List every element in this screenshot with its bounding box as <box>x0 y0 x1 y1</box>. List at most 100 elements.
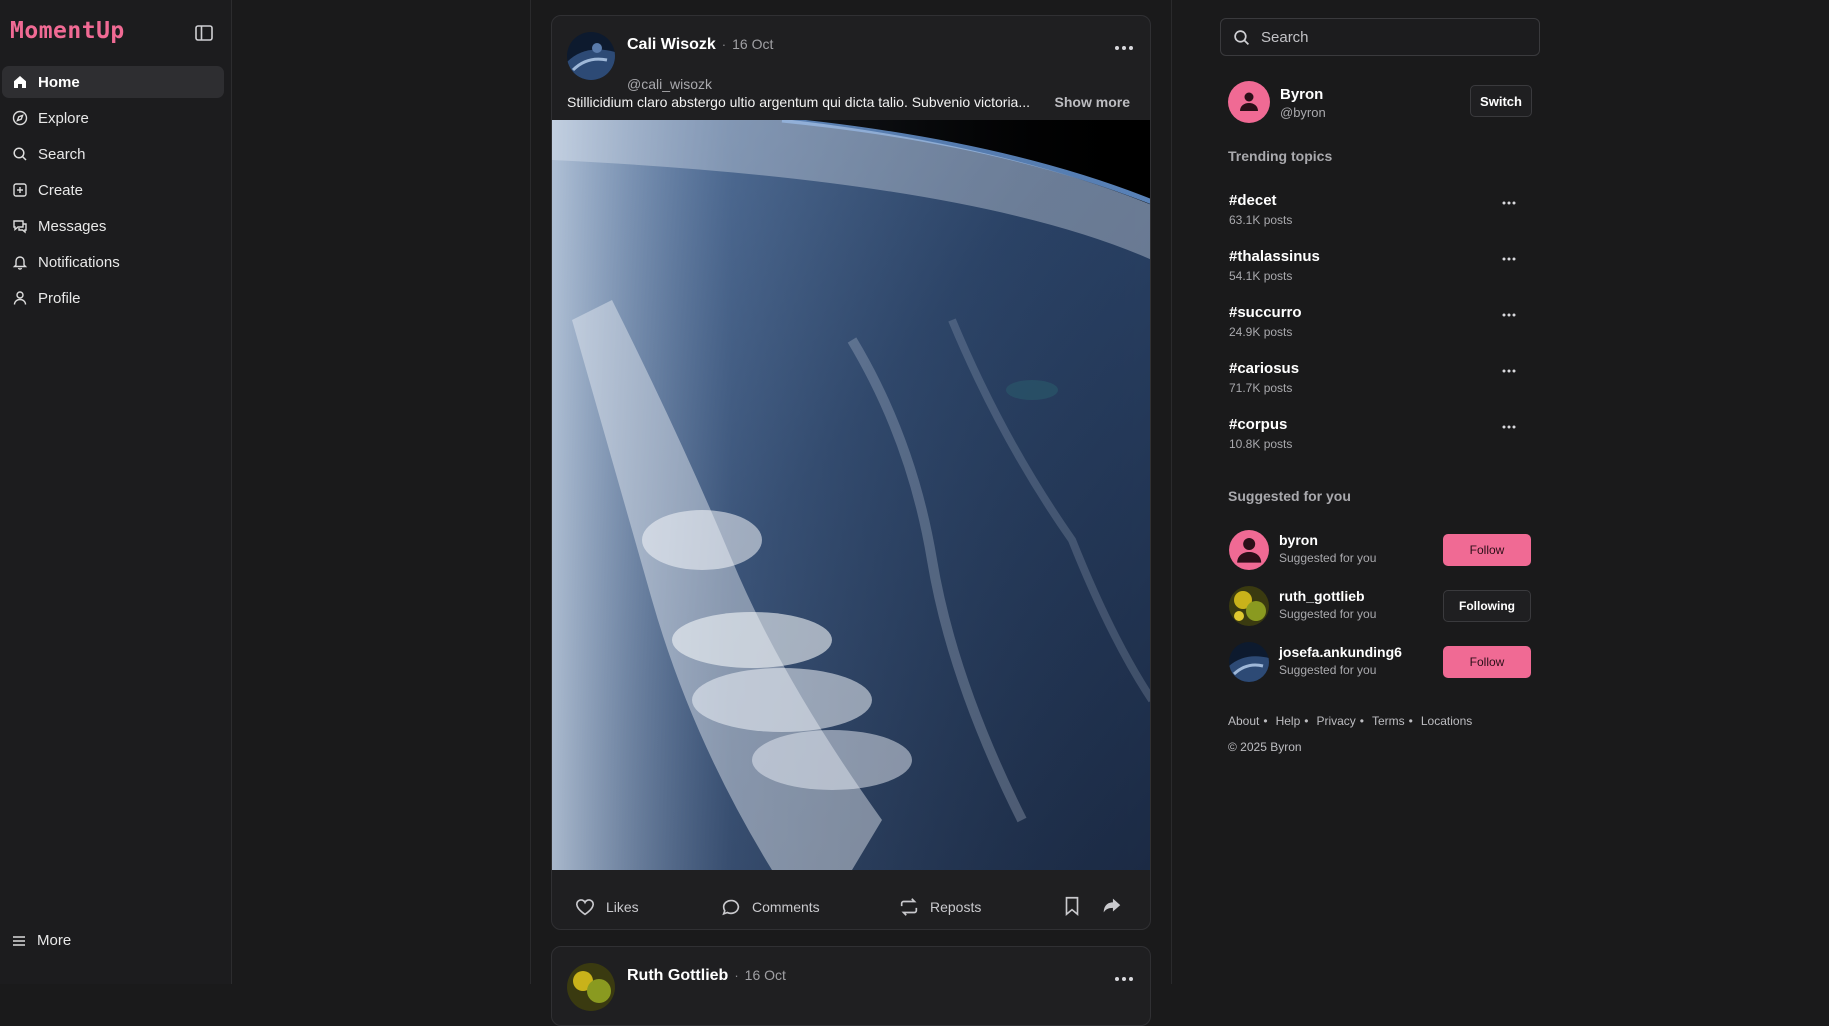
heart-icon <box>575 899 595 916</box>
footer-link-locations[interactable]: Locations <box>1421 714 1472 728</box>
plus-square-icon <box>13 183 27 197</box>
comments-label: Comments <box>752 899 820 915</box>
post-card: Cali Wisozk · 16 Oct @cali_wisozk Stillici… <box>551 15 1151 930</box>
more-options-icon[interactable] <box>1112 973 1136 985</box>
more-button[interactable]: More <box>12 932 71 949</box>
avatar[interactable] <box>1229 586 1269 626</box>
avatar[interactable] <box>567 963 615 1011</box>
share-icon[interactable] <box>1101 895 1123 917</box>
post-text: Stillicidium claro abstergo ultio argent… <box>567 94 1031 110</box>
post-image[interactable] <box>552 120 1151 870</box>
trend-tag[interactable]: #corpus <box>1229 416 1287 433</box>
footer-separator: • <box>1359 714 1364 728</box>
more-options-icon[interactable] <box>1501 368 1517 374</box>
show-more-link[interactable]: Show more <box>1055 94 1130 110</box>
avatar[interactable] <box>1228 81 1270 123</box>
nav-item-label: Notifications <box>38 253 120 271</box>
feed-column[interactable]: Cali Wisozk · 16 Oct @cali_wisozk Stillici… <box>530 0 1172 1026</box>
footer-links: About • Help • Privacy • Terms • Locations <box>1228 714 1476 728</box>
trend-item[interactable]: #succurro 24.9K posts <box>1229 304 1533 352</box>
author-name[interactable]: Cali Wisozk <box>627 36 716 53</box>
avatar-image <box>1229 642 1269 682</box>
post-header: Ruth Gottlieb · 16 Oct <box>567 963 1135 1011</box>
trend-item[interactable]: #corpus 10.8K posts <box>1229 416 1533 464</box>
following-button[interactable]: Following <box>1443 590 1531 622</box>
avatar[interactable] <box>1229 530 1269 570</box>
trend-count: 71.7K posts <box>1229 381 1293 395</box>
trend-tag[interactable]: #succurro <box>1229 304 1302 321</box>
trend-tag[interactable]: #thalassinus <box>1229 248 1320 265</box>
footer-link-about[interactable]: About <box>1228 714 1259 728</box>
follow-button[interactable]: Follow <box>1443 646 1531 678</box>
left-sidebar: MomentUp Home Explore Search Create Mess… <box>0 0 232 984</box>
suggestion-name[interactable]: ruth_gottlieb <box>1279 588 1365 604</box>
nav-item-label: Profile <box>38 289 81 307</box>
comment-button[interactable]: Comments <box>720 896 820 918</box>
trend-count: 63.1K posts <box>1229 213 1293 227</box>
bookmark-icon[interactable] <box>1061 895 1083 917</box>
bell-icon <box>12 256 28 270</box>
switch-account-button[interactable]: Switch <box>1470 85 1532 117</box>
more-options-icon[interactable] <box>1501 200 1517 206</box>
trend-item[interactable]: #cariosus 71.7K posts <box>1229 360 1533 408</box>
menu-icon <box>13 935 25 946</box>
separator-dot: · <box>734 968 739 983</box>
app-logo[interactable]: MomentUp <box>10 18 125 44</box>
nav-item-profile[interactable]: Profile <box>2 282 224 314</box>
repost-button[interactable]: Reposts <box>898 896 981 918</box>
nav-item-explore[interactable]: Explore <box>2 102 224 134</box>
trend-count: 54.1K posts <box>1229 269 1293 283</box>
nav-item-create[interactable]: Create <box>2 174 224 206</box>
suggestion-subtitle: Suggested for you <box>1279 607 1377 621</box>
suggestion-item: josefa.ankunding6 Suggested for you Foll… <box>1229 642 1531 682</box>
avatar[interactable] <box>567 32 615 80</box>
follow-button[interactable]: Follow <box>1443 534 1531 566</box>
nav-item-messages[interactable]: Messages <box>2 210 224 242</box>
user-icon <box>1237 538 1262 563</box>
more-options-icon[interactable] <box>1501 424 1517 430</box>
home-icon <box>14 76 26 88</box>
avatar-image <box>567 963 615 1011</box>
nav-item-search[interactable]: Search <box>2 138 224 170</box>
like-button[interactable]: Likes <box>574 896 639 918</box>
trend-item[interactable]: #decet 63.1K posts <box>1229 192 1533 240</box>
more-options-icon[interactable] <box>1112 42 1136 54</box>
post-author[interactable]: Cali Wisozk · 16 Oct <box>627 36 773 54</box>
avatar-image <box>567 32 615 80</box>
trend-item[interactable]: #thalassinus 54.1K posts <box>1229 248 1533 296</box>
chat-icon <box>13 220 27 234</box>
suggestion-name[interactable]: byron <box>1279 532 1318 548</box>
footer-link-privacy[interactable]: Privacy <box>1316 714 1355 728</box>
avatar[interactable] <box>1229 642 1269 682</box>
more-label: More <box>37 932 72 949</box>
post-actions: Likes Comments Reposts <box>552 886 1150 926</box>
trend-tag[interactable]: #decet <box>1229 192 1277 209</box>
current-user: Byron @byron Switch <box>1228 81 1532 123</box>
more-options-icon[interactable] <box>1501 256 1517 262</box>
search-bar[interactable] <box>1220 18 1540 56</box>
repost-icon <box>900 898 918 916</box>
author-name[interactable]: Ruth Gottlieb <box>627 967 728 984</box>
sidebar-toggle-icon[interactable] <box>194 23 214 43</box>
post-date: 16 Oct <box>732 36 774 52</box>
nav-item-label: Home <box>38 73 80 91</box>
nav-item-home[interactable]: Home <box>2 66 224 98</box>
suggestion-name[interactable]: josefa.ankunding6 <box>1279 644 1402 660</box>
author-handle[interactable]: @cali_wisozk <box>627 76 712 92</box>
post-author[interactable]: Ruth Gottlieb · 16 Oct <box>627 967 786 985</box>
search-icon <box>13 147 27 161</box>
footer-separator: • <box>1304 714 1309 728</box>
footer-link-terms[interactable]: Terms <box>1372 714 1405 728</box>
footer-separator: • <box>1408 714 1413 728</box>
likes-label: Likes <box>606 899 639 915</box>
reposts-label: Reposts <box>930 899 982 915</box>
search-input[interactable] <box>1259 27 1523 47</box>
post-header: Cali Wisozk · 16 Oct @cali_wisozk <box>567 32 1135 92</box>
trend-count: 24.9K posts <box>1229 325 1293 339</box>
post-card: Ruth Gottlieb · 16 Oct <box>551 946 1151 1026</box>
nav-item-label: Create <box>38 181 84 199</box>
footer-link-help[interactable]: Help <box>1276 714 1301 728</box>
more-options-icon[interactable] <box>1501 312 1517 318</box>
trend-tag[interactable]: #cariosus <box>1229 360 1299 377</box>
nav-item-notifications[interactable]: Notifications <box>2 246 224 278</box>
